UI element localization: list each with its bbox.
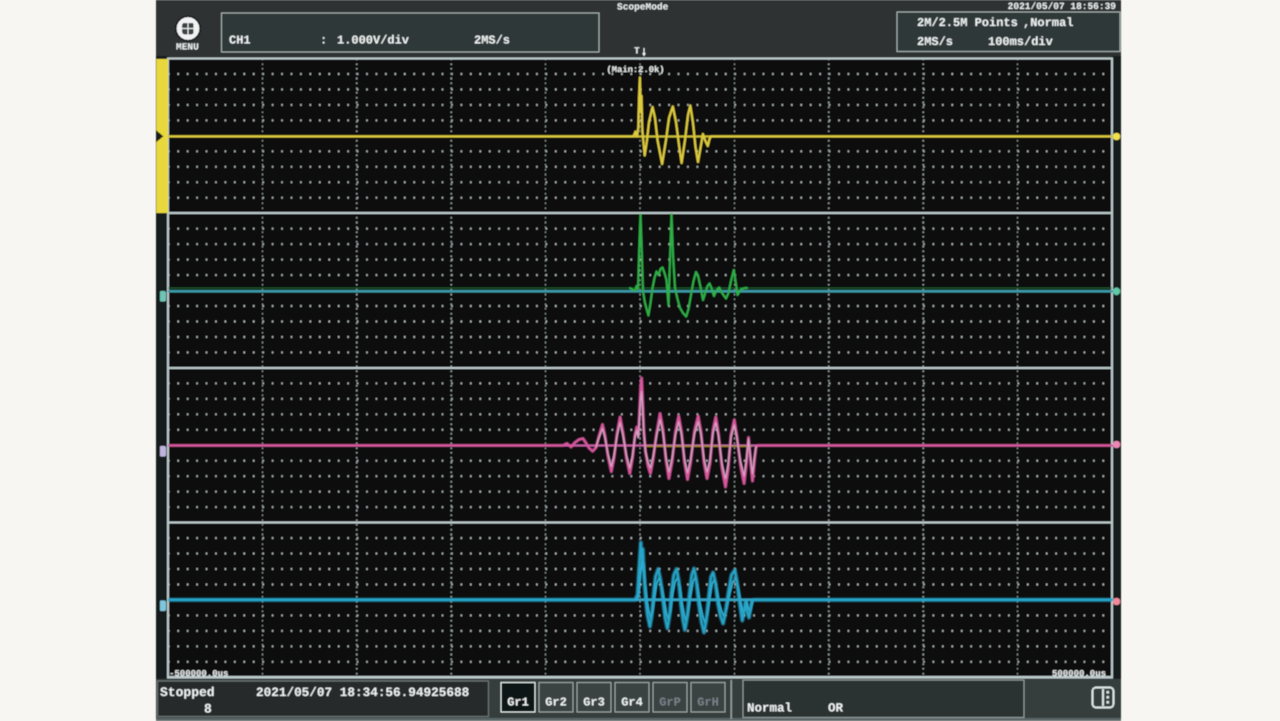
svg-text:GrP: GrP bbox=[659, 696, 681, 710]
svg-text:500000.0us: 500000.0us bbox=[1052, 669, 1106, 679]
svg-text:100ms/div: 100ms/div bbox=[988, 35, 1053, 49]
svg-text:Normal: Normal bbox=[747, 702, 792, 716]
svg-text:2021/05/07 18:56:39: 2021/05/07 18:56:39 bbox=[1008, 1, 1117, 12]
svg-text:Gr1: Gr1 bbox=[507, 696, 529, 710]
svg-text:T: T bbox=[634, 46, 640, 57]
svg-text:2021/05/07 18:34:56.94925688: 2021/05/07 18:34:56.94925688 bbox=[256, 685, 469, 700]
svg-text:1.000V/div: 1.000V/div bbox=[337, 34, 409, 48]
svg-text:8: 8 bbox=[204, 702, 212, 717]
svg-text:-500000.0us: -500000.0us bbox=[169, 669, 228, 679]
svg-text:GrH: GrH bbox=[697, 696, 719, 710]
svg-text::: : bbox=[320, 34, 327, 48]
svg-text:,Normal: ,Normal bbox=[1023, 16, 1073, 30]
svg-text:Gr2: Gr2 bbox=[545, 696, 567, 710]
svg-text:Stopped: Stopped bbox=[160, 685, 215, 700]
svg-text:Gr3: Gr3 bbox=[583, 696, 605, 710]
svg-text:Gr4: Gr4 bbox=[621, 696, 643, 710]
svg-text:(Main:2.0k): (Main:2.0k) bbox=[607, 65, 665, 75]
svg-text:ScopeMode: ScopeMode bbox=[617, 2, 669, 13]
svg-text:CH1: CH1 bbox=[229, 34, 251, 48]
svg-text:2MS/s: 2MS/s bbox=[474, 34, 510, 48]
svg-text:MENU: MENU bbox=[176, 42, 199, 53]
svg-text:OR: OR bbox=[828, 702, 844, 716]
svg-text:2M/2.5M Points: 2M/2.5M Points bbox=[917, 16, 1018, 30]
svg-text:2MS/s: 2MS/s bbox=[917, 35, 953, 49]
